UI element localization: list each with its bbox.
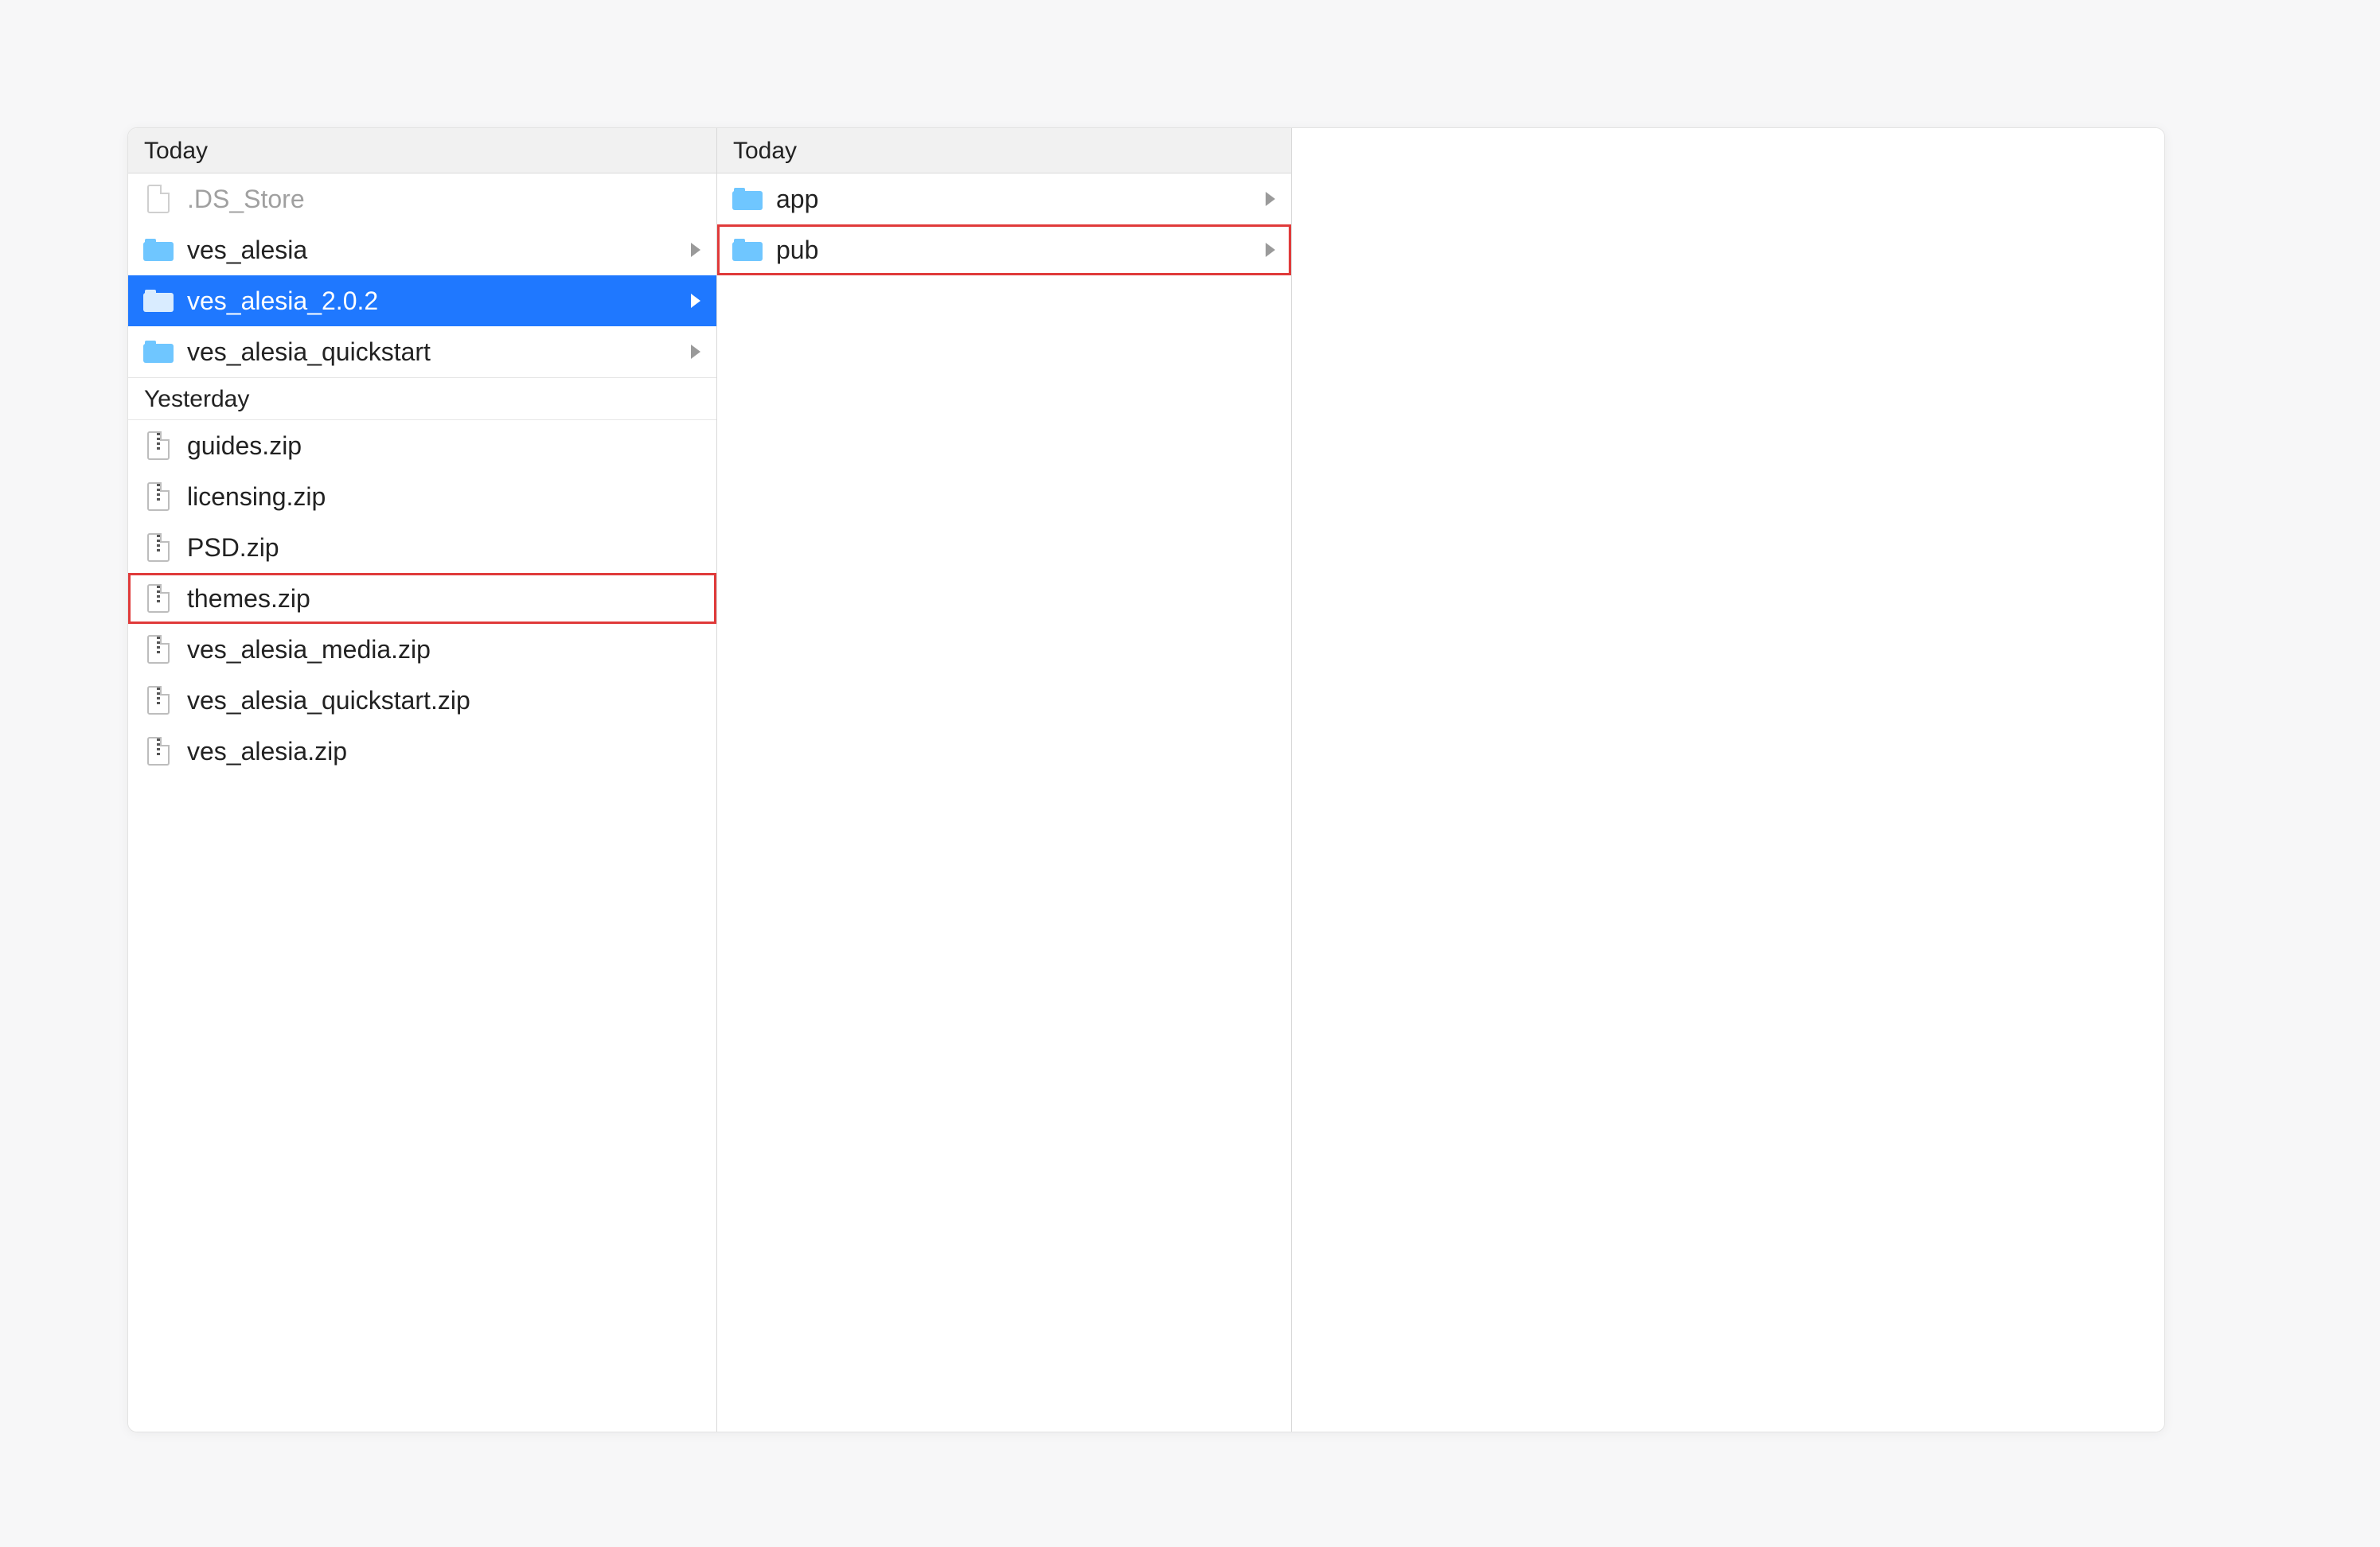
list-item[interactable]: licensing.zip (128, 471, 716, 522)
doc-icon (141, 185, 176, 213)
item-label: licensing.zip (176, 482, 685, 512)
list-item[interactable]: guides.zip (128, 420, 716, 471)
item-label: ves_alesia.zip (176, 737, 685, 766)
item-label: ves_alesia_2.0.2 (176, 286, 685, 316)
column-1: Today .DS_Store ves_alesia ves_alesia_2.0.… (128, 128, 717, 1432)
item-label: guides.zip (176, 431, 685, 461)
folder-icon (141, 290, 176, 312)
folder-icon (730, 239, 765, 261)
column-1-header-today: Today (128, 128, 716, 173)
list-item[interactable]: ves_alesia.zip (128, 726, 716, 777)
item-label: .DS_Store (176, 185, 685, 214)
zip-icon (141, 686, 176, 715)
list-item[interactable]: pub (717, 224, 1291, 275)
list-item[interactable]: themes.zip (128, 573, 716, 624)
zip-icon (141, 431, 176, 460)
list-item[interactable]: ves_alesia (128, 224, 716, 275)
column-2-header-today: Today (717, 128, 1291, 173)
zip-icon (141, 584, 176, 613)
list-item[interactable]: ves_alesia_quickstart.zip (128, 675, 716, 726)
item-label: pub (765, 236, 1259, 265)
column-1-header-yesterday: Yesterday (128, 377, 716, 420)
list-item[interactable]: app (717, 173, 1291, 224)
folder-icon (141, 341, 176, 363)
chevron-right-icon (1259, 192, 1282, 206)
folder-icon (730, 188, 765, 210)
zip-icon (141, 635, 176, 664)
item-label: ves_alesia (176, 236, 685, 265)
item-label: ves_alesia_quickstart (176, 337, 685, 367)
column-2: Today app pub (717, 128, 1292, 1432)
list-item[interactable]: ves_alesia_media.zip (128, 624, 716, 675)
item-label: ves_alesia_quickstart.zip (176, 686, 685, 715)
zip-icon (141, 482, 176, 511)
chevron-right-icon (1259, 243, 1282, 257)
list-item[interactable]: .DS_Store (128, 173, 716, 224)
list-item[interactable]: ves_alesia_2.0.2 (128, 275, 716, 326)
list-item[interactable]: ves_alesia_quickstart (128, 326, 716, 377)
finder-columns-window: Today .DS_Store ves_alesia ves_alesia_2.0.… (127, 127, 2165, 1432)
folder-icon (141, 239, 176, 261)
chevron-right-icon (685, 345, 707, 359)
list-item[interactable]: PSD.zip (128, 522, 716, 573)
zip-icon (141, 533, 176, 562)
item-label: ves_alesia_media.zip (176, 635, 685, 664)
zip-icon (141, 737, 176, 766)
item-label: app (765, 185, 1259, 214)
item-label: themes.zip (176, 584, 685, 614)
column-3-preview (1292, 128, 2164, 1432)
chevron-right-icon (685, 243, 707, 257)
item-label: PSD.zip (176, 533, 685, 563)
chevron-right-icon (685, 294, 707, 308)
